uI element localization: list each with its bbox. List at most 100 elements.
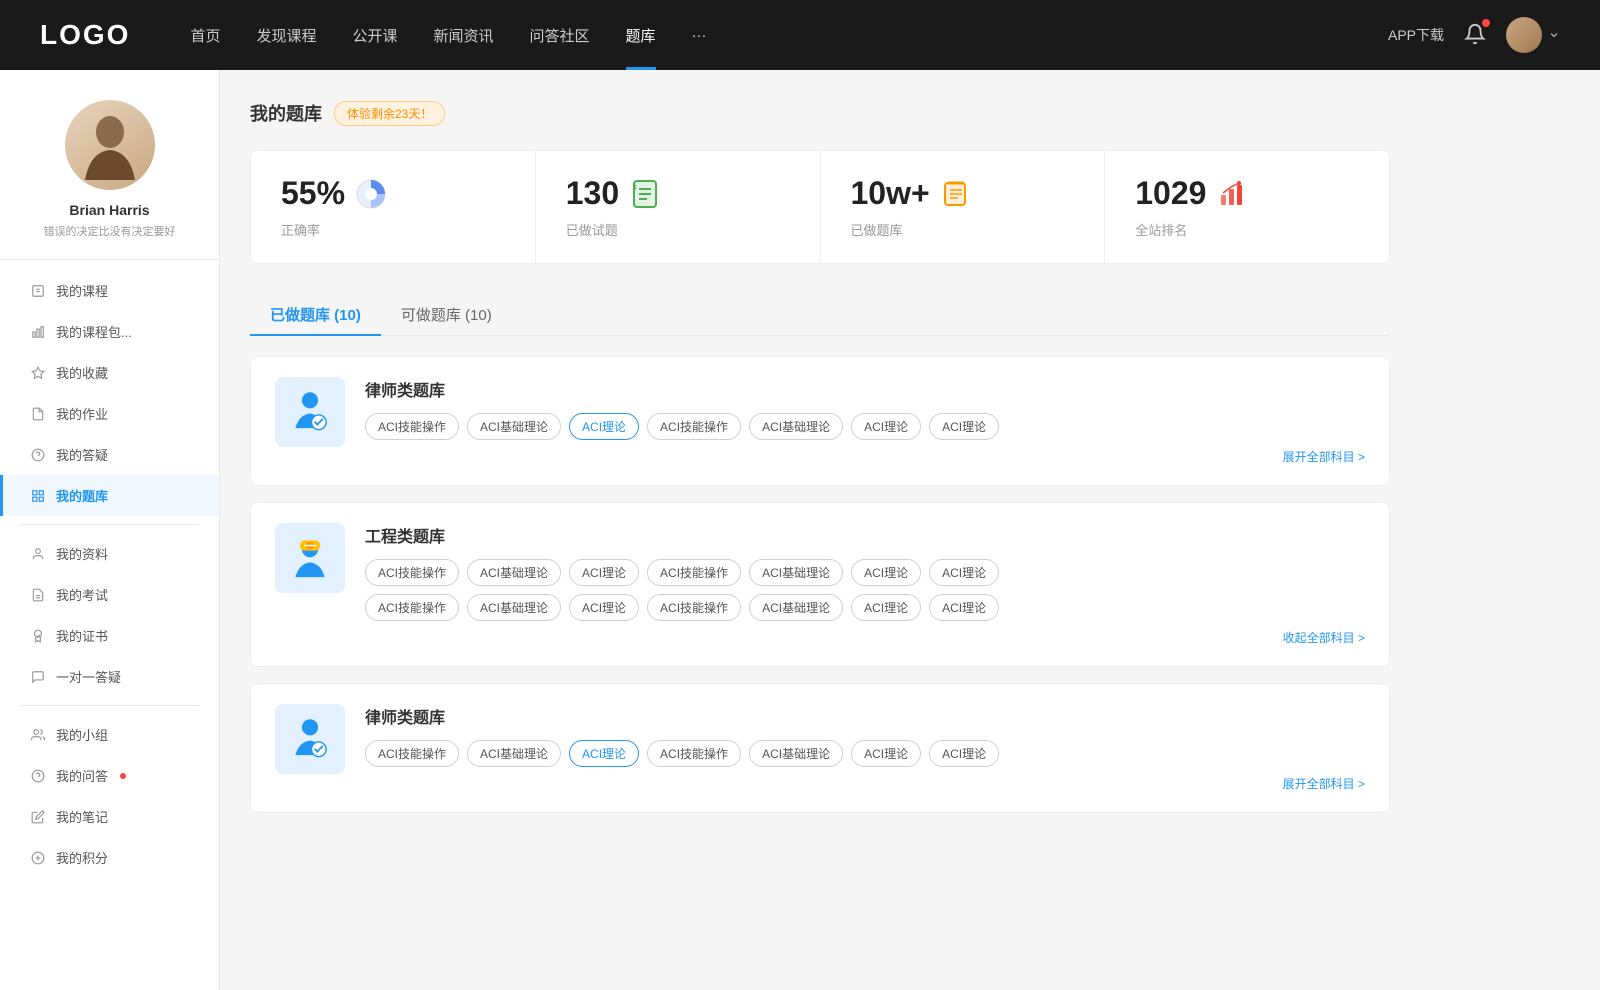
trial-badge: 体验剩余23天！ (334, 101, 445, 126)
qbank-card-inner-3: 律师类题库 ACI技能操作 ACI基础理论 ACI理论 ACI技能操作 ACI基… (275, 704, 1365, 792)
tag-3[interactable]: ACI技能操作 (647, 413, 741, 440)
tag2-4[interactable]: ACI基础理论 (749, 559, 843, 586)
sidebar-item-my-notes[interactable]: 我的笔记 (0, 796, 219, 837)
grid-icon (30, 488, 46, 504)
bar-icon (30, 324, 46, 340)
tag2-2[interactable]: ACI理论 (569, 559, 639, 586)
star-icon (30, 365, 46, 381)
lawyer-icon-2 (288, 717, 332, 761)
tag-4[interactable]: ACI基础理论 (749, 413, 843, 440)
tag2r2-4[interactable]: ACI基础理论 (749, 594, 843, 621)
header-right: APP下载 (1388, 17, 1560, 53)
sidebar-menu: 我的课程 我的课程包... 我的收藏 我的作业 (0, 270, 219, 878)
file-icon (30, 283, 46, 299)
collapse-link-2[interactable]: 收起全部科目 > (365, 629, 1365, 646)
user-icon (30, 546, 46, 562)
tab-done-banks[interactable]: 已做题库 (10) (250, 294, 381, 335)
sidebar-item-my-answers[interactable]: 我的问答 (0, 755, 219, 796)
nav-qbank[interactable]: 题库 (626, 25, 656, 46)
qbank-tags-2-row2: ACI技能操作 ACI基础理论 ACI理论 ACI技能操作 ACI基础理论 AC… (365, 594, 1365, 621)
user-avatar-wrap[interactable] (1506, 17, 1560, 53)
nav-qa[interactable]: 问答社区 (530, 25, 590, 46)
doc-yellow-icon (940, 178, 972, 210)
stat-label-done-q: 已做试题 (566, 220, 790, 239)
expand-link-1[interactable]: 展开全部科目 > (365, 448, 1365, 465)
nav-open-course[interactable]: 公开课 (352, 25, 397, 46)
qbank-title-3: 律师类题库 (365, 704, 1365, 728)
tag2-0[interactable]: ACI技能操作 (365, 559, 459, 586)
tag3-0[interactable]: ACI技能操作 (365, 740, 459, 767)
pie-chart-icon (355, 178, 387, 210)
qbank-tags-3: ACI技能操作 ACI基础理论 ACI理论 ACI技能操作 ACI基础理论 AC… (365, 740, 1365, 767)
tag-5[interactable]: ACI理论 (851, 413, 921, 440)
stat-value-done-b: 10w+ (851, 175, 930, 212)
sidebar-item-my-qbank[interactable]: 我的题库 (0, 475, 219, 516)
sidebar-item-my-group[interactable]: 我的小组 (0, 714, 219, 755)
lawyer-icon (288, 390, 332, 434)
qa-icon (30, 768, 46, 784)
tag-2[interactable]: ACI理论 (569, 413, 639, 440)
sidebar-item-my-cert[interactable]: 我的证书 (0, 615, 219, 656)
stat-label-rank: 全站排名 (1135, 220, 1359, 239)
sidebar-item-my-points[interactable]: 我的积分 (0, 837, 219, 878)
tag3-6[interactable]: ACI理论 (929, 740, 999, 767)
cert-icon (30, 628, 46, 644)
qbank-card-inner: 律师类题库 ACI技能操作 ACI基础理论 ACI理论 ACI技能操作 ACI基… (275, 377, 1365, 465)
doc-green-icon (629, 178, 661, 210)
notification-bell[interactable] (1464, 23, 1486, 48)
nav-home[interactable]: 首页 (190, 25, 220, 46)
sidebar-item-one-on-one[interactable]: 一对一答疑 (0, 656, 219, 697)
tag2r2-3[interactable]: ACI技能操作 (647, 594, 741, 621)
tag3-1[interactable]: ACI基础理论 (467, 740, 561, 767)
tag3-2[interactable]: ACI理论 (569, 740, 639, 767)
stat-label-done-b: 已做题库 (851, 220, 1075, 239)
tag2r2-0[interactable]: ACI技能操作 (365, 594, 459, 621)
sidebar: Brian Harris 错误的决定比没有决定要好 我的课程 我的课程包... (0, 70, 220, 990)
tab-available-banks[interactable]: 可做题库 (10) (381, 294, 512, 335)
sidebar-item-my-course[interactable]: 我的课程 (0, 270, 219, 311)
stat-done-questions: 130 已做试题 (536, 151, 821, 263)
stat-value-rank: 1029 (1135, 175, 1206, 212)
points-icon (30, 850, 46, 866)
qbank-card-inner-2: 工程类题库 ACI技能操作 ACI基础理论 ACI理论 ACI技能操作 ACI基… (275, 523, 1365, 646)
nav-news[interactable]: 新闻资讯 (434, 25, 494, 46)
expand-link-3[interactable]: 展开全部科目 > (365, 775, 1365, 792)
qbank-title-1: 律师类题库 (365, 377, 1365, 401)
stat-top-done-q: 130 (566, 175, 790, 212)
tag2r2-1[interactable]: ACI基础理论 (467, 594, 561, 621)
sidebar-item-my-exam[interactable]: 我的考试 (0, 574, 219, 615)
sidebar-item-my-questions[interactable]: 我的答疑 (0, 434, 219, 475)
tag2-5[interactable]: ACI理论 (851, 559, 921, 586)
app-header: LOGO 首页 发现课程 公开课 新闻资讯 问答社区 题库 ··· APP下载 (0, 0, 1600, 70)
nav-discover[interactable]: 发现课程 (256, 25, 316, 46)
qbank-tags-1: ACI技能操作 ACI基础理论 ACI理论 ACI技能操作 ACI基础理论 AC… (365, 413, 1365, 440)
tag-6[interactable]: ACI理论 (929, 413, 999, 440)
tag2-3[interactable]: ACI技能操作 (647, 559, 741, 586)
sidebar-item-my-homework[interactable]: 我的作业 (0, 393, 219, 434)
sidebar-item-my-favorites[interactable]: 我的收藏 (0, 352, 219, 393)
qbank-info-2: 工程类题库 ACI技能操作 ACI基础理论 ACI理论 ACI技能操作 ACI基… (365, 523, 1365, 646)
sidebar-profile: Brian Harris 错误的决定比没有决定要好 (0, 100, 219, 260)
tag2r2-2[interactable]: ACI理论 (569, 594, 639, 621)
tag2r2-6[interactable]: ACI理论 (929, 594, 999, 621)
sidebar-item-my-course-pkg[interactable]: 我的课程包... (0, 311, 219, 352)
avatar (65, 100, 155, 190)
qbank-card-lawyer-2: 律师类题库 ACI技能操作 ACI基础理论 ACI理论 ACI技能操作 ACI基… (250, 683, 1390, 813)
chart-red-icon (1216, 178, 1248, 210)
tag3-5[interactable]: ACI理论 (851, 740, 921, 767)
sidebar-divider-2 (20, 705, 199, 706)
stat-label-accuracy: 正确率 (281, 220, 505, 239)
app-download-button[interactable]: APP下载 (1388, 25, 1444, 45)
page-title: 我的题库 (250, 100, 322, 126)
tag3-3[interactable]: ACI技能操作 (647, 740, 741, 767)
stat-top-done-b: 10w+ (851, 175, 1075, 212)
sidebar-item-my-profile[interactable]: 我的资料 (0, 533, 219, 574)
tag-0[interactable]: ACI技能操作 (365, 413, 459, 440)
tag2r2-5[interactable]: ACI理论 (851, 594, 921, 621)
tag3-4[interactable]: ACI基础理论 (749, 740, 843, 767)
tag-1[interactable]: ACI基础理论 (467, 413, 561, 440)
tag2-6[interactable]: ACI理论 (929, 559, 999, 586)
tag2-1[interactable]: ACI基础理论 (467, 559, 561, 586)
qbank-card-engineer: 工程类题库 ACI技能操作 ACI基础理论 ACI理论 ACI技能操作 ACI基… (250, 502, 1390, 667)
nav-more[interactable]: ··· (692, 27, 707, 44)
